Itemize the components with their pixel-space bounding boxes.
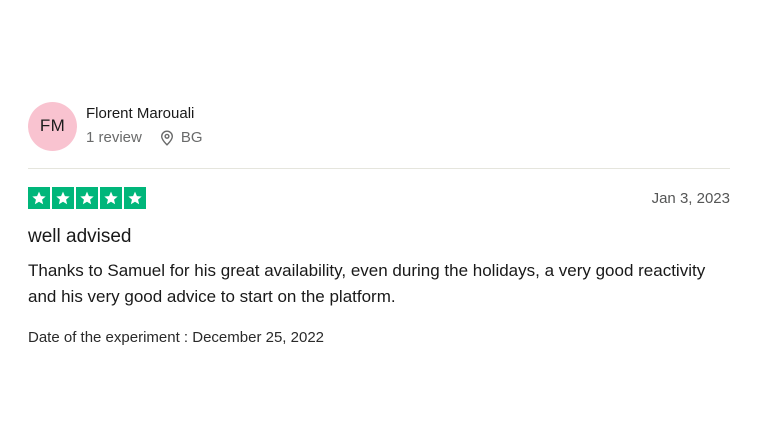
star-icon <box>100 187 122 209</box>
star-icon <box>76 187 98 209</box>
avatar[interactable]: FM <box>28 101 77 151</box>
review-count: 1 review <box>86 129 142 146</box>
consumer-info: Florent Marouali 1 review BG <box>86 104 203 148</box>
review-text: Thanks to Samuel for his great availabil… <box>28 261 706 306</box>
consumer-header: FM Florent Marouali 1 review BG <box>28 98 730 154</box>
star-rating <box>28 187 146 209</box>
star-icon <box>52 187 74 209</box>
review-card: FM Florent Marouali 1 review BG Jan 3, 2… <box>28 98 730 348</box>
rating-row: Jan 3, 2023 <box>28 187 730 209</box>
review-date: Jan 3, 2023 <box>651 189 730 207</box>
divider <box>28 168 730 169</box>
consumer-name[interactable]: Florent Marouali <box>86 104 203 124</box>
consumer-country: BG <box>180 129 203 146</box>
star-icon <box>124 187 146 209</box>
star-icon <box>28 187 50 209</box>
review-title[interactable]: well advised <box>28 225 730 249</box>
consumer-location: BG <box>160 128 203 148</box>
experience-date: Date of the experiment : December 25, 20… <box>28 329 325 346</box>
consumer-meta: 1 review BG <box>86 128 203 148</box>
location-pin-icon <box>160 130 173 146</box>
